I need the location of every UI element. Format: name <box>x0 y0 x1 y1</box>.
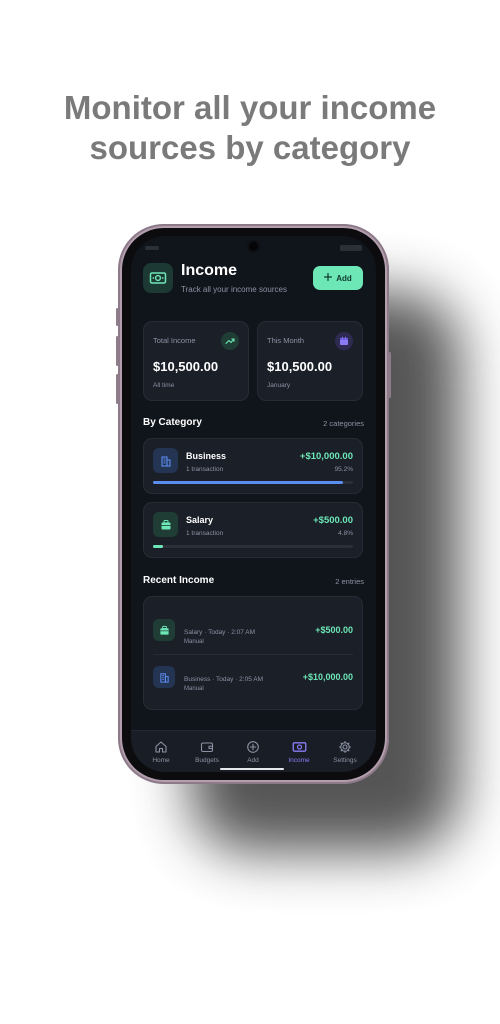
nav-item-home[interactable]: Home <box>138 740 184 764</box>
recent-income-list: Salary · Today · 2:07 AM Manual +$500.00… <box>143 596 363 710</box>
gear-icon <box>322 740 368 754</box>
nav-label: Budgets <box>195 757 219 764</box>
calendar-icon <box>335 332 353 350</box>
recent-income-title: Recent Income <box>143 575 215 586</box>
list-divider <box>153 654 353 655</box>
add-button-label: Add <box>336 273 352 283</box>
category-card-salary[interactable]: Salary 1 transaction +$500.00 4.8% <box>143 502 363 558</box>
stat-note: All time <box>153 382 175 389</box>
app-screen: Income Track all your income sources Add… <box>131 236 376 772</box>
add-income-button[interactable]: Add <box>313 266 363 290</box>
headline-line-1: Monitor all your income <box>63 89 437 126</box>
stat-value: $10,500.00 <box>153 359 219 374</box>
headline: Monitor all your income sources by categ… <box>0 88 500 168</box>
stat-label: Total Income <box>153 336 196 345</box>
home-indicator <box>220 768 284 770</box>
front-camera <box>248 242 258 251</box>
page-subtitle: Track all your income sources <box>181 285 287 294</box>
category-count: 2 categories <box>323 419 364 428</box>
category-progress-fill <box>153 481 344 484</box>
side-button <box>116 374 119 404</box>
nav-item-add[interactable]: Add <box>230 740 276 764</box>
stat-note: January <box>267 382 291 389</box>
stat-value: $10,500.00 <box>267 359 333 374</box>
category-percent: 95.2% <box>334 466 353 473</box>
category-count-label: 1 transaction <box>186 530 224 537</box>
category-name: Salary <box>186 515 214 525</box>
category-name: Business <box>186 451 227 461</box>
by-category-title: By Category <box>143 417 202 428</box>
side-button <box>116 336 119 366</box>
this-month-card[interactable]: This Month $10,500.00 January <box>257 321 363 401</box>
nav-label: Income <box>288 757 310 764</box>
category-percent: 4.8% <box>338 530 353 537</box>
building-icon <box>153 666 175 688</box>
plus-icon <box>324 272 333 283</box>
briefcase-icon <box>153 619 175 641</box>
transaction-amount: +$10,000.00 <box>302 672 353 682</box>
nav-label: Home <box>152 757 170 764</box>
status-indicators <box>340 245 362 251</box>
nav-label: Add <box>247 757 259 764</box>
category-amount: +$10,000.00 <box>299 451 353 462</box>
nav-item-settings[interactable]: Settings <box>322 740 368 764</box>
category-count-label: 1 transaction <box>186 466 224 473</box>
category-progress-track <box>153 481 353 484</box>
category-progress-track <box>153 545 353 548</box>
category-amount: +$500.00 <box>313 515 353 526</box>
building-icon <box>153 448 178 473</box>
trending-up-icon <box>221 332 239 350</box>
transaction-source: Manual <box>184 639 204 645</box>
stat-label: This Month <box>267 336 305 345</box>
wallet-icon <box>184 740 230 754</box>
category-card-business[interactable]: Business 1 transaction +$10,000.00 95.2% <box>143 438 363 494</box>
phone-frame: Income Track all your income sources Add… <box>116 224 391 784</box>
total-income-card[interactable]: Total Income $10,500.00 All time <box>143 321 249 401</box>
side-button <box>116 308 119 326</box>
recent-entry-count: 2 entries <box>335 577 364 586</box>
nav-item-budgets[interactable]: Budgets <box>184 740 230 764</box>
headline-line-2: sources by category <box>89 129 411 166</box>
plus-circle-icon <box>230 740 276 754</box>
home-icon <box>138 740 184 754</box>
money-icon <box>276 740 322 754</box>
briefcase-icon <box>153 512 178 537</box>
transaction-description: Business · Today · 2:05 AM <box>184 676 264 683</box>
nav-label: Settings <box>333 757 357 764</box>
category-progress-fill <box>153 545 163 548</box>
transaction-description: Salary · Today · 2:07 AM <box>184 629 256 636</box>
transaction-source: Manual <box>184 686 204 692</box>
money-icon <box>143 263 173 293</box>
bottom-navigation: Home Budgets Add Income Settings <box>131 730 376 772</box>
page-title: Income <box>181 262 238 279</box>
status-time <box>145 246 159 250</box>
side-button <box>388 352 391 398</box>
nav-item-income[interactable]: Income <box>276 740 322 764</box>
transaction-amount: +$500.00 <box>315 625 353 635</box>
